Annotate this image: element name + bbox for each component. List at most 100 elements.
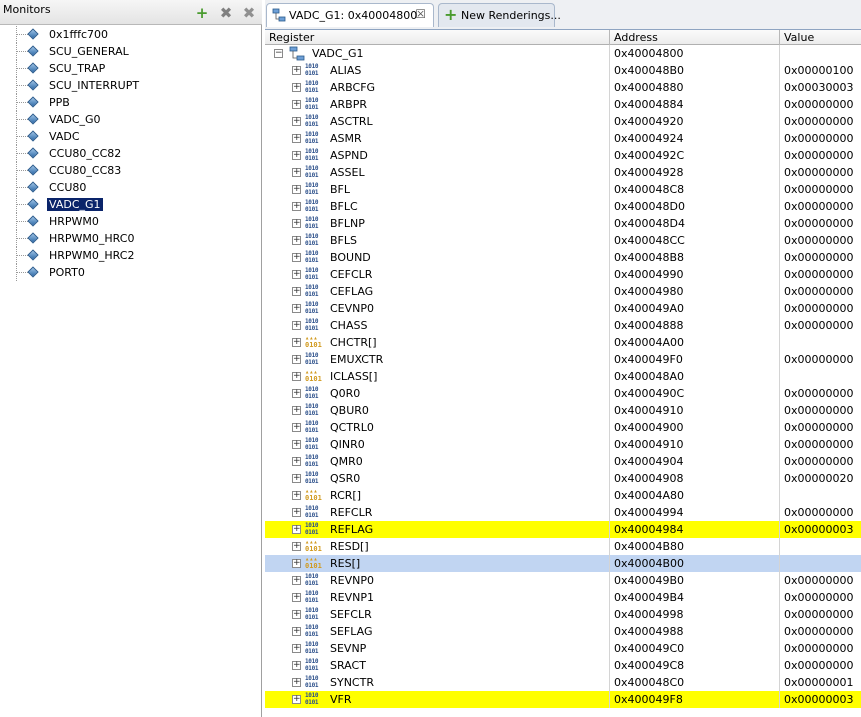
value-cell[interactable]: 0x00000000	[780, 147, 861, 164]
expand-icon[interactable]: +	[292, 100, 301, 109]
table-row[interactable]: +1010 0101 BOUND 0x400048B8 0x00000000	[265, 249, 861, 266]
value-cell[interactable]: 0x00000003	[780, 521, 861, 538]
expand-icon[interactable]: +	[292, 185, 301, 194]
table-row[interactable]: +1010 0101 QINR0 0x40004910 0x00000000	[265, 436, 861, 453]
expand-icon[interactable]: +	[292, 406, 301, 415]
expand-icon[interactable]: +	[292, 542, 301, 551]
table-row[interactable]: +1010 0101 QMR0 0x40004904 0x00000000	[265, 453, 861, 470]
expand-icon[interactable]: +	[292, 661, 301, 670]
monitor-item[interactable]: SCU_TRAP	[0, 60, 262, 77]
table-row[interactable]: +1010 0101 CEVNP0 0x400049A0 0x00000000	[265, 300, 861, 317]
table-row[interactable]: +1010 0101 SEFLAG 0x40004988 0x00000000	[265, 623, 861, 640]
expand-icon[interactable]: +	[292, 457, 301, 466]
value-cell[interactable]: 0x00000000	[780, 436, 861, 453]
monitor-item[interactable]: PPB	[0, 94, 262, 111]
expand-icon[interactable]: +	[292, 168, 301, 177]
table-row[interactable]: +1010 0101 SEFCLR 0x40004998 0x00000000	[265, 606, 861, 623]
monitor-item[interactable]: SCU_GENERAL	[0, 43, 262, 60]
value-cell[interactable]: 0x00000001	[780, 674, 861, 691]
table-row[interactable]: +1010 0101 BFLS 0x400048CC 0x00000000	[265, 232, 861, 249]
column-header-address[interactable]: Address	[610, 30, 780, 45]
expand-icon[interactable]: +	[292, 525, 301, 534]
value-cell[interactable]: 0x00000000	[780, 402, 861, 419]
column-header-register[interactable]: Register	[265, 30, 610, 45]
table-row[interactable]: +1010 0101 EMUXCTR 0x400049F0 0x00000000	[265, 351, 861, 368]
value-cell[interactable]: 0x00000020	[780, 470, 861, 487]
expand-icon[interactable]: +	[292, 372, 301, 381]
expand-icon[interactable]: +	[292, 321, 301, 330]
table-row[interactable]: + ▴▴▴ 0101 RES[] 0x40004B00	[265, 555, 861, 572]
expand-icon[interactable]: +	[292, 219, 301, 228]
table-row[interactable]: +1010 0101 CHASS 0x40004888 0x00000000	[265, 317, 861, 334]
value-cell[interactable]: 0x00000000	[780, 419, 861, 436]
tab-new-renderings[interactable]: + New Renderings...	[438, 3, 561, 27]
expand-icon[interactable]: +	[292, 151, 301, 160]
expand-icon[interactable]: +	[292, 610, 301, 619]
column-header-value[interactable]: Value	[780, 30, 861, 45]
table-row[interactable]: + ▴▴▴ 0101 RESD[] 0x40004B80	[265, 538, 861, 555]
expand-icon[interactable]: +	[292, 117, 301, 126]
remove-monitor-button[interactable]: ✖	[218, 5, 234, 21]
monitor-item[interactable]: CCU80	[0, 179, 262, 196]
value-cell[interactable]: 0x00000000	[780, 164, 861, 181]
value-cell[interactable]: 0x00000100	[780, 62, 861, 79]
expand-icon[interactable]: +	[292, 644, 301, 653]
expand-icon[interactable]: +	[292, 695, 301, 704]
monitor-item[interactable]: SCU_INTERRUPT	[0, 77, 262, 94]
expand-icon[interactable]: +	[292, 678, 301, 687]
monitor-item[interactable]: HRPWM0_HRC0	[0, 230, 262, 247]
table-row[interactable]: +1010 0101 REVNP0 0x400049B0 0x00000000	[265, 572, 861, 589]
expand-icon[interactable]: +	[292, 627, 301, 636]
expand-icon[interactable]: +	[292, 287, 301, 296]
remove-all-monitors-button[interactable]: ✖	[241, 5, 257, 21]
value-cell[interactable]: 0x00000000	[780, 249, 861, 266]
table-row[interactable]: +1010 0101 CEFCLR 0x40004990 0x00000000	[265, 266, 861, 283]
monitor-item[interactable]: 0x1fffc700	[0, 26, 262, 43]
table-row[interactable]: +1010 0101 QCTRL0 0x40004900 0x00000000	[265, 419, 861, 436]
table-row[interactable]: +1010 0101 BFLC 0x400048D0 0x00000000	[265, 198, 861, 215]
expand-icon[interactable]: +	[292, 253, 301, 262]
value-cell[interactable]: 0x00000000	[780, 589, 861, 606]
monitor-item[interactable]: CCU80_CC82	[0, 145, 262, 162]
value-cell[interactable]: 0x00000000	[780, 266, 861, 283]
monitor-item[interactable]: VADC_G0	[0, 111, 262, 128]
close-icon[interactable]: ☒	[415, 7, 426, 21]
expand-icon[interactable]: +	[292, 508, 301, 517]
expand-icon[interactable]: +	[292, 270, 301, 279]
value-cell[interactable]: 0x00000000	[780, 504, 861, 521]
expand-icon[interactable]: +	[292, 304, 301, 313]
expand-icon[interactable]: +	[292, 576, 301, 585]
value-cell[interactable]: 0x00000000	[780, 453, 861, 470]
value-cell[interactable]	[780, 555, 861, 572]
monitor-item[interactable]: CCU80_CC83	[0, 162, 262, 179]
table-row[interactable]: +1010 0101 ASPND 0x4000492C 0x00000000	[265, 147, 861, 164]
value-cell[interactable]	[780, 538, 861, 555]
value-cell[interactable]: 0x00000000	[780, 300, 861, 317]
table-row[interactable]: +1010 0101 SEVNP 0x400049C0 0x00000000	[265, 640, 861, 657]
value-cell[interactable]: 0x00000000	[780, 351, 861, 368]
table-row[interactable]: +1010 0101 ARBPR 0x40004884 0x00000000	[265, 96, 861, 113]
value-cell[interactable]: 0x00000000	[780, 198, 861, 215]
value-cell[interactable]: 0x00000000	[780, 385, 861, 402]
value-cell[interactable]	[780, 368, 861, 385]
table-row[interactable]: + ▴▴▴ 0101 CHCTR[] 0x40004A00	[265, 334, 861, 351]
table-row[interactable]: +1010 0101 ASCTRL 0x40004920 0x00000000	[265, 113, 861, 130]
value-cell[interactable]: 0x00000000	[780, 130, 861, 147]
value-cell[interactable]: 0x00000003	[780, 691, 861, 708]
table-row[interactable]: +1010 0101 BFLNP 0x400048D4 0x00000000	[265, 215, 861, 232]
value-cell[interactable]: 0x00000000	[780, 657, 861, 674]
expand-icon[interactable]: +	[292, 389, 301, 398]
table-row[interactable]: +1010 0101 ASMR 0x40004924 0x00000000	[265, 130, 861, 147]
expand-icon[interactable]: +	[292, 66, 301, 75]
value-cell[interactable]: 0x00000000	[780, 606, 861, 623]
value-cell[interactable]: 0x00000000	[780, 181, 861, 198]
value-cell[interactable]: 0x00000000	[780, 232, 861, 249]
tab-vadc-g1[interactable]: VADC_G1: 0x40004800 ☒	[266, 3, 434, 27]
table-row[interactable]: +1010 0101 ASSEL 0x40004928 0x00000000	[265, 164, 861, 181]
expand-icon[interactable]: +	[292, 355, 301, 364]
table-row[interactable]: +1010 0101 REFCLR 0x40004994 0x00000000	[265, 504, 861, 521]
expand-icon[interactable]: +	[292, 236, 301, 245]
table-row[interactable]: +1010 0101 CEFLAG 0x40004980 0x00000000	[265, 283, 861, 300]
value-cell[interactable]: 0x00000000	[780, 640, 861, 657]
table-row[interactable]: +1010 0101 Q0R0 0x4000490C 0x00000000	[265, 385, 861, 402]
